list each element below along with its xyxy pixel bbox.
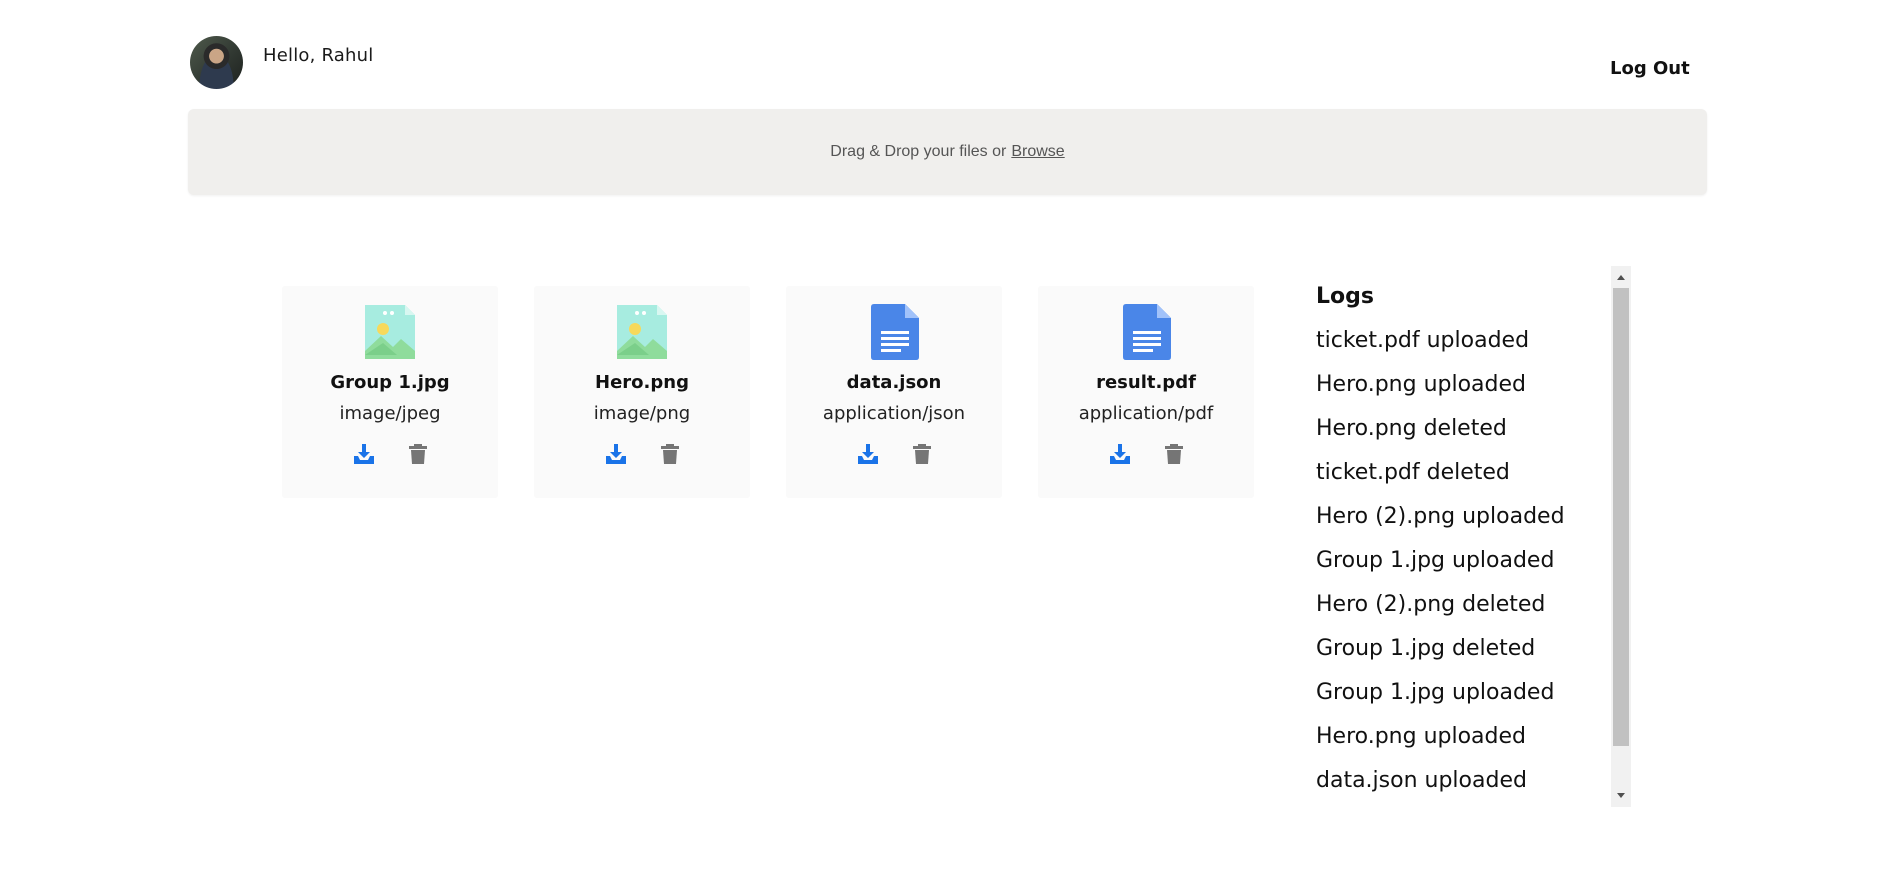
- log-entry: Group 1.jpg deleted: [1316, 636, 1536, 661]
- download-icon[interactable]: [352, 442, 376, 466]
- file-card: Hero.png image/png: [534, 286, 750, 498]
- file-dropzone[interactable]: Drag & Drop your files or Browse: [188, 109, 1707, 195]
- file-name: Group 1.jpg: [330, 372, 450, 393]
- logs-panel: Logs ticket.pdf uploaded Hero.png upload…: [1316, 266, 1632, 806]
- file-name: result.pdf: [1096, 372, 1196, 393]
- avatar: [190, 36, 243, 89]
- greeting-text: Hello, Rahul: [263, 45, 374, 66]
- scrollbar-thumb[interactable]: [1613, 288, 1629, 746]
- dropzone-text: Drag & Drop your files or: [830, 143, 1007, 160]
- trash-icon[interactable]: [1162, 442, 1186, 466]
- file-type: image/png: [593, 403, 691, 424]
- file-card: data.json application/json: [786, 286, 1002, 498]
- browse-link[interactable]: Browse: [1011, 143, 1064, 161]
- image-file-icon: [617, 305, 667, 359]
- log-entry: ticket.pdf uploaded: [1316, 328, 1530, 353]
- trash-icon[interactable]: [406, 442, 430, 466]
- trash-icon[interactable]: [658, 442, 682, 466]
- file-card: result.pdf application/pdf: [1038, 286, 1254, 498]
- log-entry: Hero.png deleted: [1316, 416, 1507, 441]
- file-type: image/jpeg: [339, 403, 441, 424]
- document-file-icon: [871, 304, 919, 360]
- log-entry: ticket.pdf deleted: [1316, 460, 1510, 485]
- file-type: application/pdf: [1078, 403, 1214, 424]
- download-icon[interactable]: [856, 442, 880, 466]
- file-name: data.json: [846, 372, 942, 393]
- logout-button[interactable]: Log Out: [1610, 58, 1690, 79]
- logs-list: ticket.pdf uploaded Hero.png uploaded He…: [1316, 328, 1565, 806]
- file-card: Group 1.jpg image/jpeg: [282, 286, 498, 498]
- trash-icon[interactable]: [910, 442, 934, 466]
- log-entry: data.json uploaded: [1316, 768, 1527, 793]
- download-icon[interactable]: [604, 442, 628, 466]
- image-file-icon: [365, 305, 415, 359]
- log-entry: Group 1.jpg uploaded: [1316, 680, 1555, 705]
- log-entry: Hero (2).png uploaded: [1316, 504, 1565, 529]
- file-name: Hero.png: [595, 372, 689, 393]
- scroll-up-arrow-icon[interactable]: [1617, 275, 1625, 280]
- file-type: application/json: [822, 403, 966, 424]
- log-entry: Group 1.jpg uploaded: [1316, 548, 1555, 573]
- document-file-icon: [1123, 304, 1171, 360]
- download-icon[interactable]: [1108, 442, 1132, 466]
- logs-scrollbar[interactable]: [1611, 266, 1631, 807]
- log-entry: Hero.png uploaded: [1316, 724, 1526, 749]
- scroll-down-arrow-icon[interactable]: [1617, 793, 1625, 798]
- file-manager-page: Hello, Rahul Log Out Drag & Drop your fi…: [0, 0, 1898, 885]
- log-entry: Hero (2).png deleted: [1316, 592, 1546, 617]
- log-entry: Hero.png uploaded: [1316, 372, 1526, 397]
- logs-title: Logs: [1316, 284, 1374, 309]
